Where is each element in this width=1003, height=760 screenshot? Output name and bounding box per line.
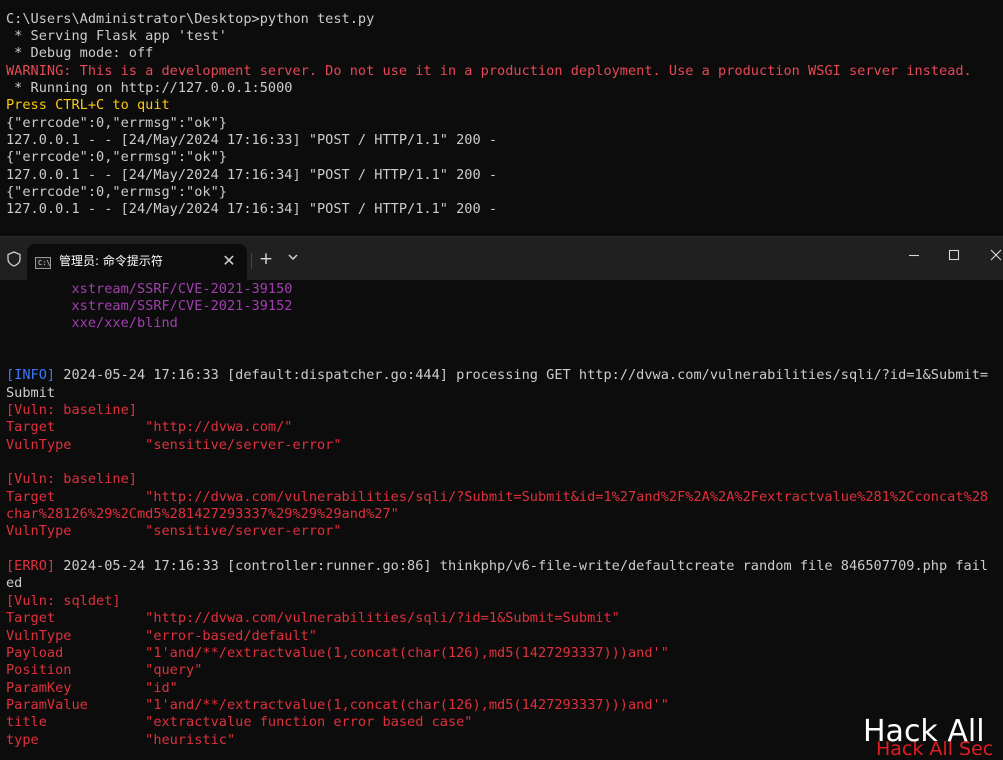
console-text-segment: [Vuln: baseline] — [6, 471, 137, 488]
shield-icon — [7, 251, 21, 267]
console-text-segment: xstream/SSRF/CVE-2021-39150 — [6, 280, 293, 297]
console-line: ParamValue "1'and/**/extractvalue(1,conc… — [6, 697, 669, 714]
console-line: VulnType "error-based/default" — [6, 628, 317, 645]
terminal-line: {"errcode":0,"errmsg":"ok"} — [6, 114, 227, 131]
console-text-segment: Position "query" — [6, 662, 203, 679]
cmd-icon-glyph: C:\ — [38, 259, 51, 267]
close-icon — [990, 249, 1002, 261]
console-line: [Vuln: baseline] — [6, 402, 137, 419]
terminal-line: * Debug mode: off — [6, 45, 154, 62]
console-line: [Vuln: sqldet] — [6, 593, 121, 610]
console-text-segment: ParamKey "id" — [6, 679, 178, 696]
console-line: [INFO] 2024-05-24 17:16:33 [default:disp… — [6, 367, 988, 384]
console-text-segment: [Vuln: sqldet] — [6, 592, 121, 609]
console-text-segment: 2024-05-24 17:16:33 [controller:runner.g… — [55, 558, 989, 575]
console-text-segment: Target "http://dvwa.com/vulnerabilities/… — [6, 488, 989, 505]
console-output[interactable]: xstream/SSRF/CVE-2021-39150 xstream/SSRF… — [0, 280, 1003, 759]
console-text-segment: ed — [6, 575, 23, 592]
tab-separator — [251, 253, 252, 269]
chevron-down-icon — [288, 254, 298, 260]
console-line: xxe/xxe/blind — [6, 315, 178, 332]
terminal-line: WARNING: This is a development server. D… — [6, 62, 972, 79]
console-text-segment: Payload "1'and/**/extractvalue(1,concat(… — [6, 644, 669, 661]
terminal-line: * Serving Flask app 'test' — [6, 27, 227, 44]
console-line: Target "http://dvwa.com/vulnerabilities/… — [6, 489, 988, 506]
terminal-line: 127.0.0.1 - - [24/May/2024 17:16:33] "PO… — [6, 131, 498, 148]
maximize-button[interactable] — [940, 245, 968, 265]
minimize-icon — [909, 254, 919, 257]
console-text-segment: [INFO] — [6, 367, 56, 384]
console-line: VulnType "sensitive/server-error" — [6, 437, 342, 454]
console-text-segment: Submit — [6, 384, 56, 401]
console-line: type "heuristic" — [6, 732, 235, 749]
tab-title: 管理员: 命令提示符 — [59, 254, 163, 268]
terminal-line: * Running on http://127.0.0.1:5000 — [6, 79, 293, 96]
console-line: Target "http://dvwa.com/vulnerabilities/… — [6, 610, 620, 627]
console-line: xstream/SSRF/CVE-2021-39152 — [6, 298, 292, 315]
console-line: ed — [6, 575, 22, 592]
terminal-line: {"errcode":0,"errmsg":"ok"} — [6, 184, 227, 200]
console-line: char%28126%29%2Cmd5%281427293337%29%29%2… — [6, 506, 399, 523]
close-window-button[interactable] — [982, 245, 1003, 265]
console-text-segment: 2024-05-24 17:16:33 [default:dispatcher.… — [55, 367, 989, 384]
console-line: VulnType "sensitive/server-error" — [6, 523, 342, 540]
console-text-segment: [Vuln: baseline] — [6, 401, 137, 418]
console-line: Payload "1'and/**/extractvalue(1,concat(… — [6, 645, 669, 662]
terminal-titlebar: C:\ 管理员: 命令提示符 ✕ + — [0, 236, 1003, 281]
console-line: title "extractvalue function error based… — [6, 714, 473, 731]
maximize-icon — [948, 249, 960, 261]
console-text-segment: xstream/SSRF/CVE-2021-39152 — [6, 297, 293, 314]
terminal-line: Press CTRL+C to quit — [6, 97, 170, 114]
new-tab-button[interactable]: + — [256, 249, 276, 269]
console-text-segment: VulnType "error-based/default" — [6, 627, 317, 644]
console-line: Target "http://dvwa.com/" — [6, 419, 292, 436]
console-text-segment: Target "http://dvwa.com/vulnerabilities/… — [6, 610, 620, 627]
tab-dropdown-button[interactable] — [283, 247, 303, 267]
terminal-line: 127.0.0.1 - - [24/May/2024 17:16:34] "PO… — [6, 201, 498, 218]
console-text-segment: [ERRO] — [6, 558, 56, 575]
console-line: xstream/SSRF/CVE-2021-39150 — [6, 281, 292, 298]
console-line: ParamKey "id" — [6, 680, 178, 697]
console-line: [ERRO] 2024-05-24 17:16:33 [controller:r… — [6, 558, 988, 575]
console-text-segment: xxe/xxe/blind — [6, 315, 178, 332]
console-text-segment: title "extractvalue function error based… — [6, 714, 473, 731]
console-text-segment: VulnType "sensitive/server-error" — [6, 523, 342, 540]
console-text-segment: char%28126%29%2Cmd5%281427293337%29%29%2… — [6, 506, 399, 523]
terminal-line: 127.0.0.1 - - [24/May/2024 17:16:34] "PO… — [6, 166, 498, 183]
console-line: [Vuln: baseline] — [6, 471, 137, 488]
cmd-icon: C:\ — [35, 257, 51, 269]
tab-command-prompt[interactable]: C:\ 管理员: 命令提示符 ✕ — [27, 244, 247, 281]
console-text-segment: type "heuristic" — [6, 731, 236, 748]
terminal-line: {"errcode":0,"errmsg":"ok"} — [6, 149, 227, 166]
console-line: Submit — [6, 385, 55, 402]
console-line: Position "query" — [6, 662, 202, 679]
minimize-button[interactable] — [900, 245, 928, 265]
console-text-segment: ParamValue "1'and/**/extractvalue(1,conc… — [6, 696, 669, 713]
console-text-segment: VulnType "sensitive/server-error" — [6, 436, 342, 453]
console-text-segment: Target "http://dvwa.com/" — [6, 419, 293, 436]
watermark-primary: Hack All — [863, 714, 985, 749]
background-terminal-output: C:\Users\Administrator\Desktop>python te… — [0, 0, 1003, 236]
close-tab-icon[interactable]: ✕ — [220, 252, 238, 270]
terminal-line: C:\Users\Administrator\Desktop>python te… — [6, 10, 375, 27]
